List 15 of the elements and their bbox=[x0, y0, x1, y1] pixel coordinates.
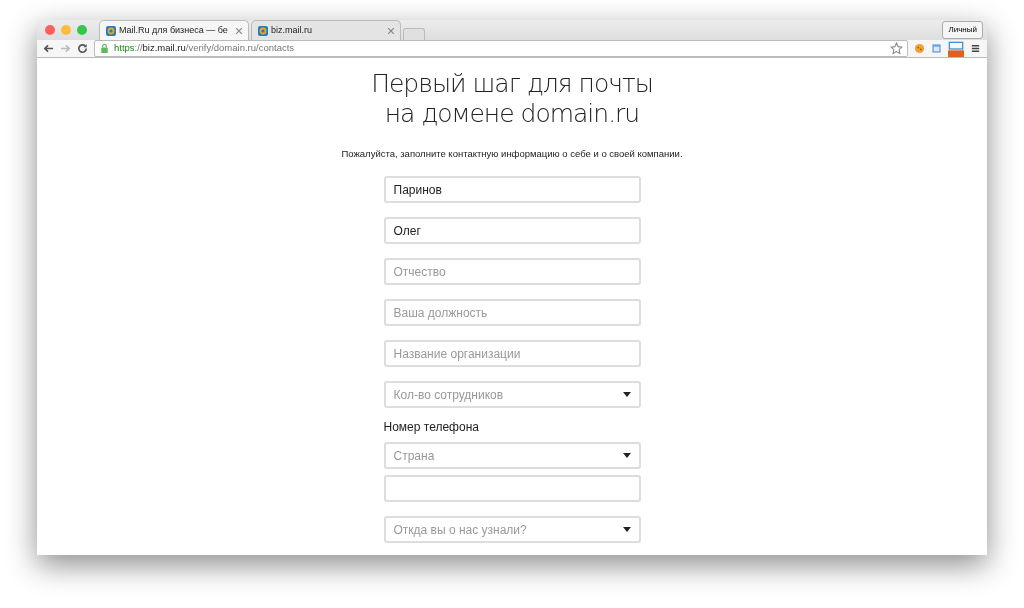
url-text: https://biz.mail.ru/verify/domain.ru/contacts bbox=[114, 41, 295, 56]
text-field[interactable]: Ваша должность bbox=[383, 299, 641, 327]
text-field[interactable]: Олег bbox=[383, 217, 641, 245]
text-field[interactable]: Отчество bbox=[383, 258, 641, 286]
subtitle: Пожалуйста, заполните контактную информацию о себе и о своей компании. bbox=[341, 147, 683, 161]
text-field[interactable]: Название организации bbox=[383, 340, 641, 368]
tab-title: Mail.Ru для бизнеса — бе bbox=[119, 23, 228, 37]
text-field[interactable]: Паринов bbox=[383, 176, 641, 204]
field-label: Номер телефона bbox=[383, 419, 480, 437]
profile-button[interactable]: Личный bbox=[942, 21, 983, 39]
address-bar[interactable]: https://biz.mail.ru/verify/domain.ru/contacts bbox=[94, 40, 908, 57]
browser-tab[interactable]: biz.mail.ru bbox=[251, 20, 401, 40]
page-title: Первый шаг для почты на домене domain.ru bbox=[371, 69, 653, 129]
browser-tab[interactable]: Mail.Ru для бизнеса — бе bbox=[99, 20, 249, 40]
tab-title: biz.mail.ru bbox=[271, 23, 312, 37]
